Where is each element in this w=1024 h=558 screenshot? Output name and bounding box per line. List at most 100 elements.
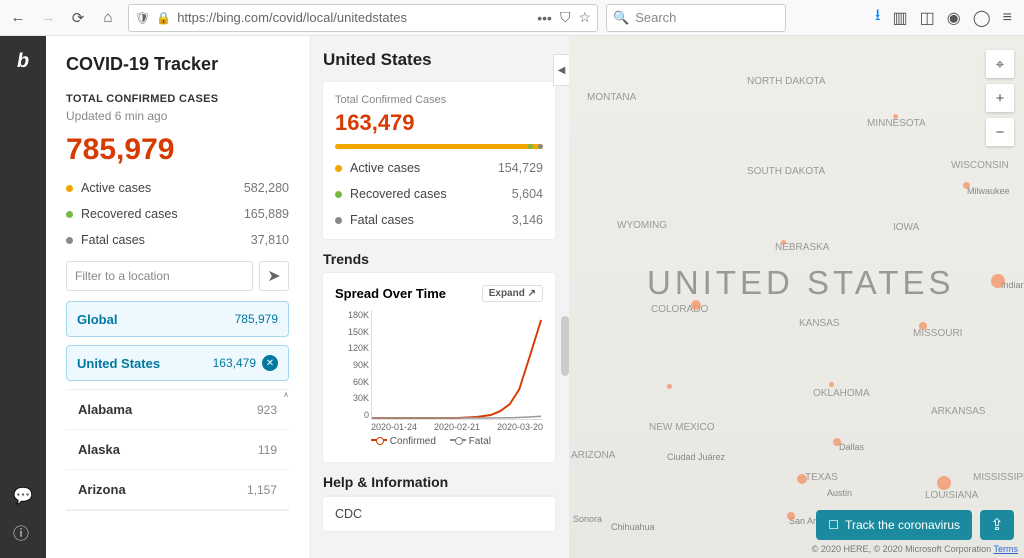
share-button[interactable]: ⇪: [980, 510, 1014, 540]
menu-icon[interactable]: ≡: [1003, 9, 1012, 27]
chip-global[interactable]: Global 785,979: [66, 301, 289, 337]
map-state-label: ARIZONA: [571, 450, 615, 461]
map-state-label: ARKANSAS: [931, 406, 985, 417]
page: b 💬 ⓘ COVID-19 Tracker TOTAL CONFIRMED C…: [0, 36, 1024, 558]
shield-icon: 🛡: [135, 11, 150, 25]
map-data-point: [991, 274, 1005, 288]
account-icon[interactable]: ◯: [973, 8, 991, 28]
detail-stat-active: Active cases154,729: [335, 161, 543, 175]
map-data-point: [833, 438, 841, 446]
map-data-point: [797, 474, 807, 484]
trends-heading: Trends: [323, 251, 555, 267]
detail-stat-fatal: Fatal cases3,146: [335, 213, 543, 227]
close-icon[interactable]: ✕: [262, 355, 278, 371]
map-city-label: Sonora: [573, 514, 602, 524]
reader-icon[interactable]: ⛉: [560, 9, 571, 26]
updated-text: Updated 6 min ago: [66, 109, 289, 123]
page-actions-icon[interactable]: •••: [537, 10, 552, 26]
state-row[interactable]: Arizona1,157: [66, 470, 289, 510]
map-data-point: [787, 512, 795, 520]
expand-button[interactable]: Expand ↗: [482, 285, 543, 302]
collapse-handle[interactable]: ◀: [553, 54, 569, 86]
info-icon[interactable]: ⓘ: [13, 520, 33, 544]
state-row[interactable]: Alaska119: [66, 430, 289, 470]
home-button[interactable]: ⌂: [94, 4, 122, 32]
map-data-point: [893, 114, 898, 119]
terms-link[interactable]: Terms: [994, 544, 1019, 554]
map-state-label: MONTANA: [587, 92, 636, 103]
back-button[interactable]: ←: [4, 4, 32, 32]
locate-button[interactable]: ➤: [259, 261, 289, 291]
map-city-label: Dallas: [839, 442, 864, 452]
trends-card: Spread Over Time Expand ↗ 180K150K120K90…: [323, 273, 555, 462]
map-state-label: TEXAS: [805, 472, 838, 483]
search-placeholder: Search: [635, 10, 676, 25]
downloads-icon[interactable]: ⭳: [875, 4, 881, 31]
map-city-label: Ciudad Juárez: [667, 452, 725, 462]
detail-stat-recovered: Recovered cases5,604: [335, 187, 543, 201]
detail-panel: ◀ United States Total Confirmed Cases 16…: [309, 36, 569, 558]
map-state-label: OKLAHOMA: [813, 388, 870, 399]
total-confirmed: 785,979: [66, 133, 289, 167]
tracker-title: COVID-19 Tracker: [66, 54, 289, 75]
chart-legend: Confirmed Fatal: [371, 436, 543, 447]
chip-united-states[interactable]: United States 163,479 ✕: [66, 345, 289, 381]
reload-button[interactable]: ⟳: [64, 4, 92, 32]
map-data-point: [937, 476, 951, 490]
map-footer-actions: ☐Track the coronavirus ⇪: [816, 510, 1014, 540]
forward-button[interactable]: →: [34, 4, 62, 32]
map-attribution: © 2020 HERE, © 2020 Microsoft Corporatio…: [812, 544, 1018, 554]
track-coronavirus-button[interactable]: ☐Track the coronavirus: [816, 510, 972, 540]
confirmed-card: Total Confirmed Cases 163,479 Active cas…: [323, 82, 555, 239]
phone-icon: ☐: [828, 518, 839, 532]
detail-scrollbar[interactable]: [561, 316, 569, 376]
plot-area: [371, 310, 543, 420]
map-state-label: SOUTH DAKOTA: [747, 166, 825, 177]
chat-icon[interactable]: 💬: [13, 486, 33, 506]
dot-icon: [66, 237, 73, 244]
total-label: TOTAL CONFIRMED CASES: [66, 93, 289, 105]
state-list: Alabama923 Alaska119 Arizona1,157 ∧: [66, 389, 289, 511]
map-state-label: NEW MEXICO: [649, 422, 715, 433]
location-arrow-icon: ➤: [267, 266, 280, 286]
map-state-label: KANSAS: [799, 318, 840, 329]
stat-fatal: Fatal cases37,810: [66, 233, 289, 247]
bing-logo-icon[interactable]: b: [15, 50, 31, 73]
sidebar-icon[interactable]: ◫: [920, 8, 935, 28]
map[interactable]: UNITED STATES MONTANA NORTH DAKOTA MINNE…: [569, 36, 1024, 558]
map-data-point: [919, 322, 927, 330]
library-icon[interactable]: ▥: [893, 8, 908, 28]
map-state-label: IOWA: [893, 222, 919, 233]
filter-row: Filter to a location ➤: [66, 261, 289, 291]
filter-input[interactable]: Filter to a location: [66, 261, 253, 291]
state-list-scrollbar[interactable]: ∧: [280, 390, 292, 510]
tracker-panel: COVID-19 Tracker TOTAL CONFIRMED CASES U…: [46, 36, 309, 558]
browser-search[interactable]: 🔍 Search: [606, 4, 786, 32]
map-data-point: [829, 382, 834, 387]
y-axis-labels: 180K150K120K90K60K30K0: [335, 310, 369, 420]
toolbar-right: ⭳ ▥ ◫ ◉ ◯ ≡: [867, 4, 1020, 31]
map-city-label: Chihuahua: [611, 522, 655, 532]
dot-icon: [66, 185, 73, 192]
extension-icon[interactable]: ◉: [947, 8, 961, 28]
bookmark-star-icon[interactable]: ☆: [578, 9, 591, 26]
map-state-label: WYOMING: [617, 220, 667, 231]
help-link-cdc[interactable]: CDC: [323, 496, 555, 531]
map-data-point: [691, 300, 701, 310]
map-state-label: LOUISIANA: [925, 490, 978, 501]
zoom-in-button[interactable]: +: [986, 84, 1014, 112]
lock-icon: 🔒: [156, 11, 171, 25]
url-text: https://bing.com/covid/local/unitedstate…: [177, 10, 531, 25]
url-bar[interactable]: 🛡 🔒 https://bing.com/covid/local/uniteds…: [128, 4, 598, 32]
stat-recovered: Recovered cases165,889: [66, 207, 289, 221]
app-rail: b 💬 ⓘ: [0, 36, 46, 558]
spread-chart: 180K150K120K90K60K30K0 2020-01-242020-02…: [335, 310, 543, 450]
help-heading: Help & Information: [323, 474, 555, 490]
dot-icon: [66, 211, 73, 218]
state-row[interactable]: Alabama923: [66, 390, 289, 430]
detail-title: United States: [323, 50, 555, 70]
map-data-point: [667, 384, 672, 389]
locate-button[interactable]: ⌖: [986, 50, 1014, 78]
zoom-out-button[interactable]: −: [986, 118, 1014, 146]
confirmed-label: Total Confirmed Cases: [335, 94, 543, 106]
